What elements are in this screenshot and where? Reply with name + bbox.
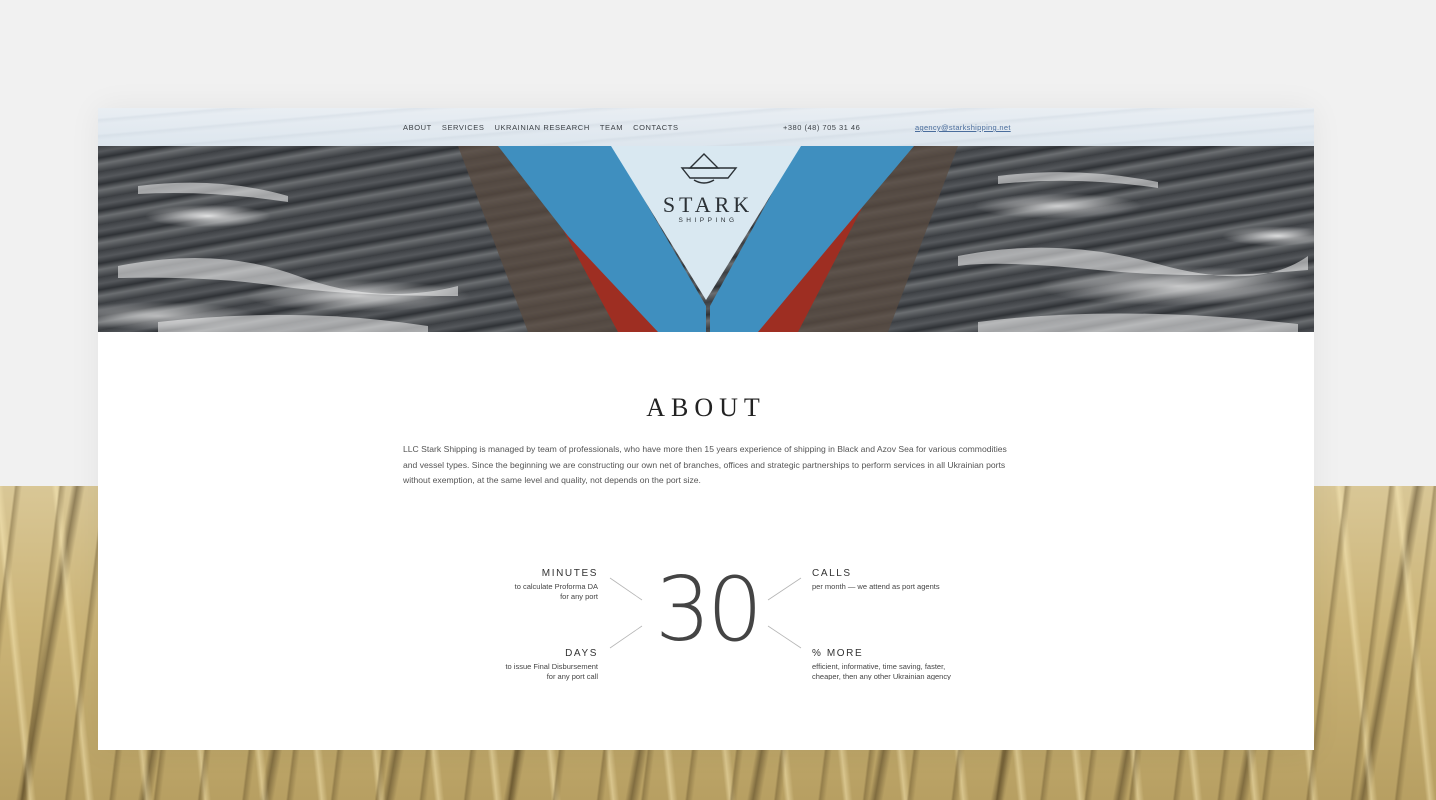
stat-calls-desc: per month — we attend as port agents bbox=[812, 582, 1012, 592]
stat-more-title: % MORE bbox=[812, 648, 864, 659]
stat-days-line2: for any port call bbox=[546, 672, 598, 681]
stat-days-desc: to issue Final Disbursement for any port… bbox=[448, 662, 598, 682]
stat-calls-title: CALLS bbox=[812, 568, 852, 579]
stat-days-line1: to issue Final Disbursement bbox=[505, 662, 598, 671]
stat-more-line2: cheaper, then any other Ukrainian agency bbox=[812, 672, 951, 680]
stat-minutes-line1: to calculate Proforma DA bbox=[514, 582, 598, 591]
site-container: ABOUT SERVICES UKRAINIAN RESEARCH TEAM C… bbox=[98, 108, 1314, 750]
stat-more-line1: efficient, informative, time saving, fas… bbox=[812, 662, 946, 671]
stat-minutes-desc: to calculate Proforma DA for any port bbox=[448, 582, 598, 602]
stats-number: 30 bbox=[655, 558, 763, 661]
stat-calls-line1: per month — we attend as port agents bbox=[812, 582, 940, 591]
stat-more-desc: efficient, informative, time saving, fas… bbox=[812, 662, 1012, 680]
stat-days-title: DAYS bbox=[565, 648, 598, 659]
stat-minutes-title: MINUTES bbox=[541, 568, 598, 579]
stat-minutes-line2: for any port bbox=[560, 592, 598, 601]
